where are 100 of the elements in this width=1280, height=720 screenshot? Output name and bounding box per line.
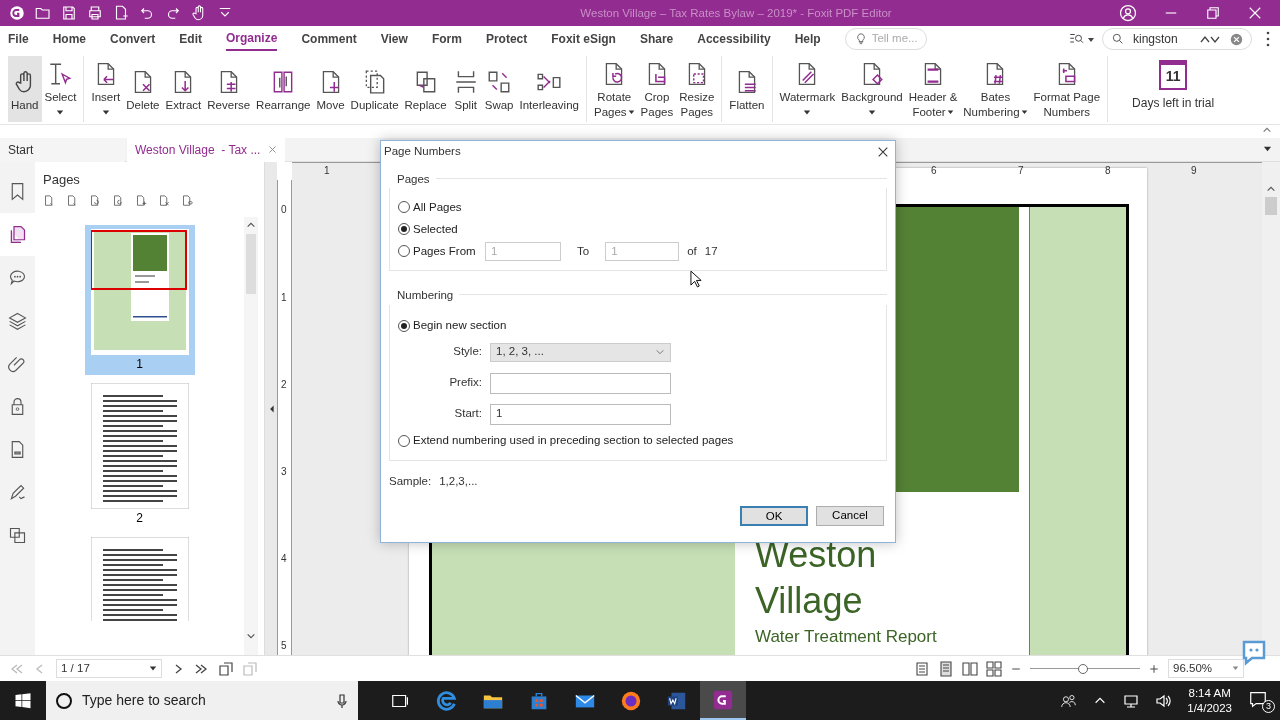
menu-tab[interactable]: Form: [431, 28, 462, 50]
tool-button[interactable]: Hand: [8, 56, 42, 122]
menu-tab[interactable]: Convert: [110, 28, 156, 50]
tool-button[interactable]: Move: [313, 56, 348, 122]
copy-page-icon[interactable]: [218, 660, 234, 677]
people-icon[interactable]: [1060, 692, 1078, 709]
tool-button[interactable]: Rotate Pages: [591, 56, 638, 122]
page-view-icon[interactable]: [181, 193, 196, 209]
menu-tab[interactable]: Comment: [301, 28, 357, 50]
style-dropdown[interactable]: 1, 2, 3, ...: [490, 342, 671, 362]
tool-button[interactable]: Extract: [162, 56, 205, 122]
caret-icon: [1232, 665, 1239, 672]
tool-button[interactable]: Split: [449, 56, 482, 122]
restore-icon[interactable]: [1204, 4, 1222, 22]
tool-button[interactable]: Replace: [401, 56, 450, 122]
taskbar-app[interactable]: [700, 681, 746, 720]
ruler-label: 1: [324, 164, 330, 178]
tool-button[interactable]: Delete: [123, 56, 163, 122]
page-count: 17: [704, 243, 718, 259]
microphone-icon: [334, 692, 350, 709]
caret-icon[interactable]: [1263, 145, 1272, 154]
browser-icon: [436, 689, 458, 712]
window-title: Weston Village – Tax Rates Bylaw – 2019* - Foxit PDF Editor: [580, 6, 892, 19]
tool-button[interactable]: Resize Pages: [676, 56, 718, 122]
tool-button[interactable]: Watermark: [776, 56, 839, 122]
logo-icon[interactable]: [8, 4, 26, 22]
print-icon[interactable]: [86, 4, 104, 22]
radio-label[interactable]: Begin new section: [413, 316, 507, 335]
scrollbar-thumb[interactable]: [246, 233, 256, 294]
menu-tab[interactable]: View: [380, 28, 408, 50]
cancel-button[interactable]: Cancel: [816, 506, 884, 526]
tool-button[interactable]: Select: [41, 56, 80, 122]
close-icon[interactable]: [877, 146, 889, 158]
radio-label[interactable]: Pages From: [413, 242, 476, 260]
menu-tab[interactable]: Home: [52, 28, 86, 50]
start-field[interactable]: 1: [490, 403, 671, 425]
facing-pages-icon[interactable]: [962, 660, 978, 677]
page-thumbnail[interactable]: 1: [84, 224, 195, 375]
notification-button[interactable]: 3: [1248, 688, 1272, 713]
tool-button[interactable]: Swap: [481, 56, 517, 122]
network-icon[interactable]: [1123, 692, 1140, 709]
field-label: Sample:: [389, 473, 432, 489]
tool-button[interactable]: Format Page Numbers: [1030, 56, 1104, 122]
field-label: To: [577, 243, 590, 259]
document-heading: Village: [755, 579, 864, 623]
volume-icon[interactable]: [1155, 692, 1172, 709]
menu-tab[interactable]: Share: [639, 28, 674, 50]
radio-label[interactable]: All Pages: [413, 198, 462, 216]
ok-button[interactable]: OK: [740, 506, 808, 526]
tool-button[interactable]: Bates Numbering: [960, 56, 1031, 122]
scroll-up-icon[interactable]: [1266, 184, 1276, 194]
tool-button[interactable]: Background: [838, 56, 906, 122]
menu-tab[interactable]: Edit: [179, 28, 203, 50]
radio-label[interactable]: Extend numbering used in preceding section to selected pages: [413, 431, 734, 450]
ruler-label: 0: [281, 203, 287, 217]
chat-bubble-icon[interactable]: [1240, 638, 1268, 666]
radio-label[interactable]: Selected: [413, 220, 458, 238]
tool-button[interactable]: Flatten: [726, 56, 768, 122]
document-tab[interactable]: Weston Village - Tax ...: [127, 137, 286, 162]
scrollbar-thumb[interactable]: [1265, 197, 1277, 215]
menu-tab[interactable]: Help: [794, 28, 821, 50]
windows-logo-icon[interactable]: [14, 691, 32, 710]
zoom-slider[interactable]: [1030, 662, 1140, 675]
panel-button[interactable]: [0, 213, 35, 256]
menu-tab[interactable]: Organize: [226, 27, 278, 51]
more-icon[interactable]: [1264, 30, 1272, 48]
zoom-field[interactable]: 96.50%: [1168, 659, 1244, 678]
tool-button[interactable]: Header & Footer: [905, 56, 961, 122]
continuous-facing-icon[interactable]: [986, 660, 1002, 677]
clock[interactable]: 8:14 AM 1/4/2023: [1187, 685, 1232, 716]
menu-tab[interactable]: File: [8, 28, 29, 50]
user-icon[interactable]: [1118, 3, 1138, 23]
save-icon[interactable]: [60, 4, 78, 22]
layers-icon: [7, 310, 28, 331]
menu-tab[interactable]: Accessibility: [697, 28, 771, 50]
page-number-field[interactable]: 1 / 17: [56, 659, 162, 678]
page-thumbnail[interactable]: 2: [84, 378, 195, 529]
group-label: Numbering: [396, 288, 454, 304]
menu-tab[interactable]: Protect: [485, 28, 528, 50]
clear-icon: [1230, 32, 1243, 46]
scroll-down-icon[interactable]: [246, 631, 256, 641]
ruler-label: 1: [281, 291, 287, 305]
ruler-label: 9: [1191, 164, 1197, 178]
tool-button[interactable]: Crop Pages: [637, 56, 677, 122]
sample-value: 1,2,3,...: [439, 473, 478, 489]
collapse-ribbon-icon[interactable]: [1262, 125, 1272, 135]
tool-button[interactable]: Reverse: [204, 56, 254, 122]
zoom-in-icon[interactable]: [1148, 662, 1160, 675]
tool-button[interactable]: Rearrange: [253, 56, 314, 122]
tool-button[interactable]: Interleaving: [516, 56, 582, 122]
tool-button[interactable]: Duplicate: [347, 56, 402, 122]
panel-title: Pages: [42, 171, 81, 189]
ruler-label: 4: [281, 552, 287, 566]
taskbar-search-field[interactable]: Type here to search: [46, 681, 358, 720]
menu-tab[interactable]: Foxit eSign: [551, 28, 616, 50]
text-cursor-icon: [47, 61, 74, 87]
continuous-page-icon[interactable]: [938, 660, 954, 677]
prefix-field[interactable]: [490, 372, 671, 394]
tool-button[interactable]: Insert: [88, 56, 124, 122]
single-page-icon[interactable]: [914, 660, 930, 677]
